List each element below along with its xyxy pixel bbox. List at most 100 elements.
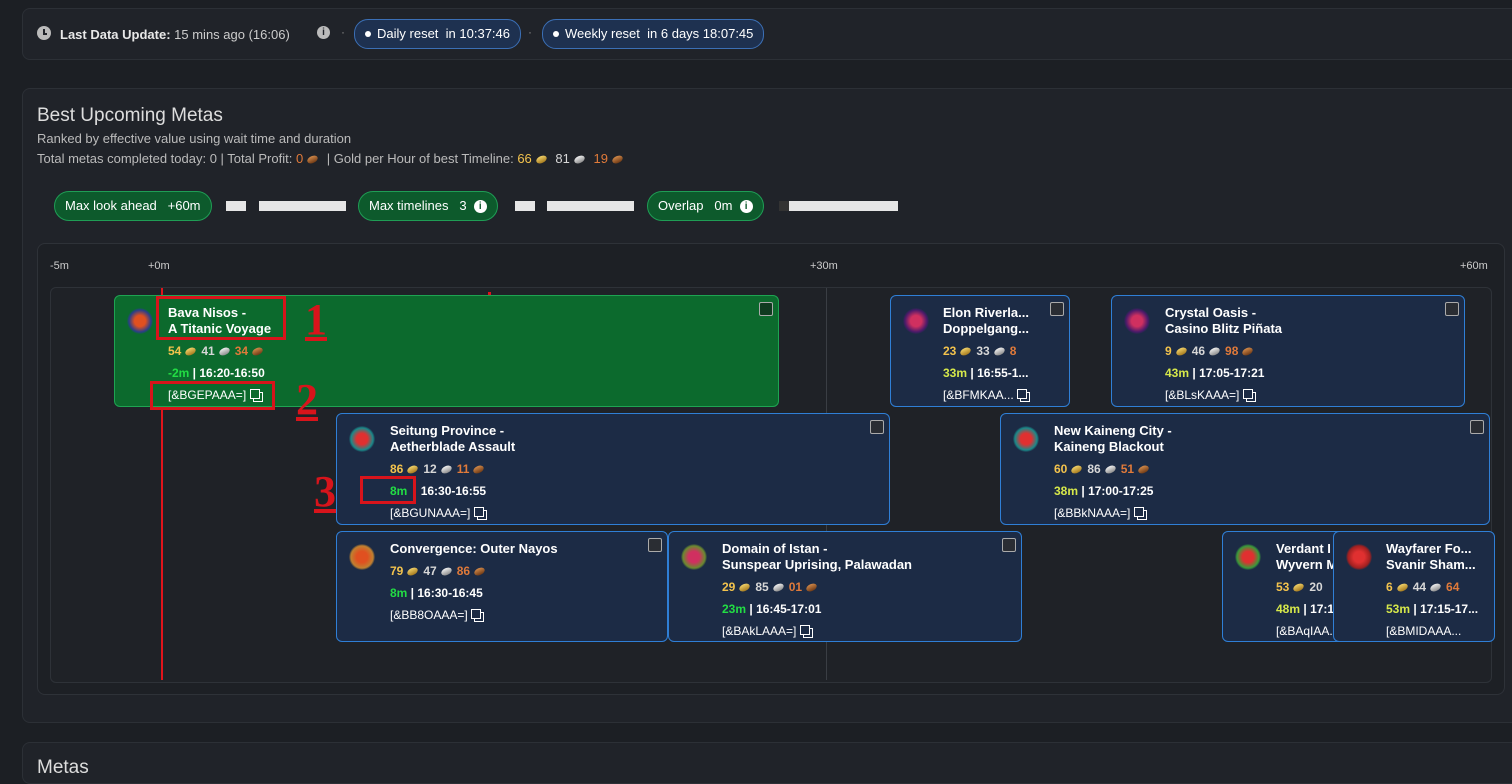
gold-coin-icon (184, 346, 198, 358)
meta-time: 8m | 16:30-16:45 (390, 586, 483, 600)
dragon-icon (1235, 544, 1261, 570)
waypoint-code[interactable]: [&BBkNAAA=] (1054, 506, 1144, 520)
waypoint-code[interactable]: [&BAkLAAA=] (722, 624, 810, 638)
info-icon[interactable]: i (739, 200, 753, 214)
daily-reset-badge: Daily reset in 10:37:46 (354, 19, 521, 49)
section-subtitle: Ranked by effective value using wait tim… (37, 131, 352, 146)
last-update-value: 15 mins ago (16:06) (174, 27, 290, 42)
waypoint-code[interactable]: [&BMIDAAA... (1386, 624, 1461, 638)
metas-panel: Metas (22, 742, 1512, 784)
complete-checkbox[interactable] (1445, 302, 1459, 316)
look-ahead-slider-track[interactable] (259, 201, 346, 211)
meta-time: 23m | 16:45-17:01 (722, 602, 822, 616)
timelines-slider-track[interactable] (547, 201, 634, 211)
complete-checkbox[interactable] (759, 302, 773, 316)
timelines-label: Max timelines (369, 198, 449, 213)
complete-checkbox[interactable] (1002, 538, 1016, 552)
waypoint-code[interactable]: [&BFMKAA... (943, 388, 1028, 402)
status-bar: Last Data Update: 15 mins ago (16:06) i … (22, 8, 1512, 60)
silver-coin-icon (572, 154, 586, 166)
meta-card[interactable]: Domain of Istan - Sunspear Uprising, Pala… (668, 531, 1022, 642)
gph-copper: 19 (593, 151, 608, 166)
meta-rewards: 53 20 (1276, 580, 1323, 594)
daily-reset-value: in 10:37:46 (445, 26, 510, 41)
copy-icon (473, 507, 484, 517)
waypoint-code[interactable]: [&BAqIAA... (1276, 624, 1339, 638)
meta-title: Domain of Istan - Sunspear Uprising, Pala… (722, 541, 912, 572)
last-update-label: Last Data Update: (60, 27, 171, 42)
annotation-box-code (150, 381, 275, 410)
meta-card[interactable]: Convergence: Outer Nayos 79 47 86 8m | 16:… (336, 531, 668, 642)
copy-icon (1017, 389, 1028, 399)
separator-dot: · (528, 25, 532, 39)
copy-icon (1133, 507, 1144, 517)
dot-icon (553, 30, 559, 37)
complete-checkbox[interactable] (870, 420, 884, 434)
timelines-value: 3 (459, 198, 467, 213)
copper-coin-icon (306, 154, 320, 166)
dragon-icon (349, 544, 375, 570)
section-title: Best Upcoming Metas (37, 105, 223, 126)
meta-card[interactable]: Elon Riverla... Doppelgang... 23 33 8 33m |… (890, 295, 1070, 407)
overlap-slider-knob[interactable] (779, 201, 789, 211)
weekly-reset-value: in 6 days 18:07:45 (647, 26, 754, 41)
overlap-control: Overlap 0m i (647, 191, 764, 221)
copper-coin-icon (251, 346, 265, 358)
dragon-icon (1346, 544, 1372, 570)
daily-reset-label: Daily reset (377, 26, 439, 41)
stats-line: Total metas completed today: 0 | Total P… (37, 151, 628, 166)
separator-dot: · (341, 25, 345, 39)
look-ahead-value: +60m (167, 198, 201, 213)
dot-icon (365, 30, 371, 37)
overlap-slider-track[interactable] (789, 201, 898, 211)
dragon-icon (349, 426, 375, 452)
gph-silver: 81 (555, 151, 570, 166)
copy-icon (1242, 389, 1253, 399)
annotation-number-1: 1 (305, 295, 327, 344)
waypoint-code[interactable]: [&BGUNAAA=] (390, 506, 484, 520)
meta-rewards: 6 44 64 (1386, 580, 1460, 594)
tick-60: +60m (1460, 260, 1488, 272)
meta-time: 33m | 16:55-1... (943, 366, 1029, 380)
meta-rewards: 23 33 8 (943, 344, 1017, 358)
complete-checkbox[interactable] (1050, 302, 1064, 316)
meta-card[interactable]: Seitung Province - Aetherblade Assault 86… (336, 413, 890, 525)
tick-30: +30m (810, 260, 838, 272)
metas-title: Metas (37, 757, 89, 778)
meta-title: Wayfarer Fo... Svanir Sham... (1386, 541, 1476, 572)
weekly-reset-label: Weekly reset (565, 26, 640, 41)
annotation-box-wait (360, 476, 416, 504)
copy-icon (799, 625, 810, 635)
meta-rewards: 54 41 34 (168, 344, 268, 358)
meta-title: Seitung Province - Aetherblade Assault (390, 423, 516, 454)
timelines-slider[interactable] (515, 201, 535, 211)
timelines-control: Max timelines 3 i (358, 191, 498, 221)
meta-time: 43m | 17:05-17:21 (1165, 366, 1265, 380)
overlap-value: 0m (714, 198, 733, 213)
meta-card[interactable]: New Kaineng City - Kaineng Blackout 60 86 5… (1000, 413, 1490, 525)
weekly-reset-badge: Weekly reset in 6 days 18:07:45 (542, 19, 765, 49)
profit-value: 0 (295, 151, 304, 166)
meta-card[interactable]: Wayfarer Fo... Svanir Sham... 6 44 64 53m |… (1333, 531, 1495, 642)
meta-rewards: 60 86 51 (1054, 462, 1154, 476)
complete-checkbox[interactable] (1470, 420, 1484, 434)
waypoint-code[interactable]: [&BLsKAAA=] (1165, 388, 1253, 402)
complete-checkbox[interactable] (648, 538, 662, 552)
meta-time: 53m | 17:15-17... (1386, 602, 1479, 616)
dragon-icon (127, 308, 153, 334)
annotation-number-2: 2 (296, 375, 318, 424)
dragon-icon (903, 308, 929, 334)
waypoint-code[interactable]: [&BB8OAAA=] (390, 608, 482, 622)
overlap-label: Overlap (658, 198, 704, 213)
look-ahead-control: Max look ahead +60m (54, 191, 212, 221)
info-icon[interactable]: i (317, 26, 330, 39)
meta-card[interactable]: Crystal Oasis - Casino Blitz Piñata 9 46 98… (1111, 295, 1465, 407)
meta-time: -2m | 16:20-16:50 (168, 366, 265, 380)
look-ahead-label: Max look ahead (65, 198, 157, 213)
dragon-icon (681, 544, 707, 570)
look-ahead-slider[interactable] (226, 201, 246, 211)
meta-rewards: 29 85 01 (722, 580, 822, 594)
tick-0: +0m (148, 260, 170, 272)
meta-rewards: 86 12 11 (390, 462, 489, 476)
info-icon[interactable]: i (473, 200, 487, 214)
